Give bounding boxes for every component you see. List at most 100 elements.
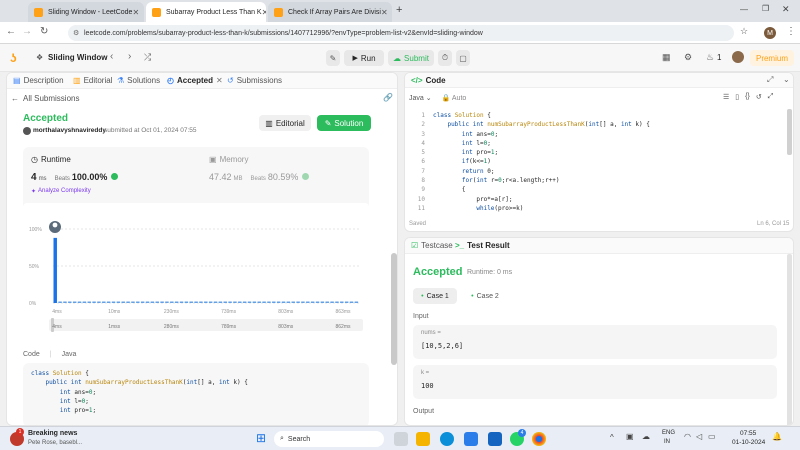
close-tab-icon[interactable]: ✕ <box>132 8 139 17</box>
minimize-icon[interactable]: — <box>740 5 748 14</box>
submit-button[interactable]: ☁ Submit <box>388 50 434 66</box>
edge-icon[interactable] <box>440 432 454 446</box>
browser-tab[interactable]: Sliding Window - LeetCode ✕ <box>28 2 144 22</box>
bookmark-star-icon[interactable]: ☆ <box>740 26 748 37</box>
close-window-icon[interactable]: ✕ <box>782 4 790 15</box>
chrome-icon[interactable] <box>532 432 546 446</box>
editor-code[interactable]: class Solution { public int numSubarrayP… <box>433 111 650 213</box>
leetcode-logo-icon[interactable]: ʖ <box>10 51 22 65</box>
profile-avatar[interactable]: M <box>764 27 776 39</box>
tab-description[interactable]: ▤ Description <box>13 76 64 85</box>
notification-bell-icon[interactable]: 🔔 <box>772 432 782 441</box>
timer-icon[interactable]: ⏱ <box>438 50 452 66</box>
line-number: 1 <box>421 112 425 119</box>
left-scrollbar[interactable] <box>391 253 397 365</box>
clock-time[interactable]: 07:55 <box>740 430 756 437</box>
battery-icon[interactable]: ▭ <box>708 432 716 441</box>
submitted-code-block[interactable]: class Solution { public int numSubarrayP… <box>23 363 369 425</box>
submitted-time: submitted at Oct 01, 2024 07:55 <box>104 127 197 134</box>
solution-button[interactable]: ✎ Solution <box>317 115 371 131</box>
editor-scrollbar[interactable] <box>787 109 792 155</box>
problem-list-title[interactable]: Sliding Window <box>48 53 107 62</box>
expand-icon[interactable]: ⤢ <box>767 75 773 85</box>
close-tab-icon[interactable]: ✕ <box>262 8 266 17</box>
premium-button[interactable]: Premium <box>750 50 794 66</box>
memory-label[interactable]: ▣ Memory <box>209 155 248 164</box>
url-field[interactable]: ⚙ leetcode.com/problems/subarray-product… <box>68 25 734 41</box>
tab-testcase[interactable]: ☑ Testcase <box>411 241 453 250</box>
volume-icon[interactable]: ◁ <box>696 432 702 441</box>
chart-bar <box>204 301 208 303</box>
format-icon[interactable]: ☰ <box>723 93 729 101</box>
tab-submissions[interactable]: ↺ Submissions <box>227 76 282 85</box>
editorial-button[interactable]: ▥ Editorial <box>259 115 311 131</box>
keyboard-language[interactable]: ENG <box>662 430 675 436</box>
collapse-chevron-icon[interactable]: ⌄ <box>783 75 790 84</box>
language-select[interactable]: Java ⌄ <box>409 94 432 102</box>
range-label: 4ms <box>52 324 62 330</box>
camera-icon[interactable]: ▣ <box>626 432 634 441</box>
new-tab-icon[interactable]: + <box>396 4 402 16</box>
settings-gear-icon[interactable]: ⚙ <box>684 52 692 63</box>
run-button[interactable]: ▶ Run <box>344 50 384 66</box>
tab-code[interactable]: </> Code <box>411 76 446 85</box>
browser-menu-icon[interactable]: ⋮ <box>786 26 796 37</box>
close-tab-icon[interactable]: ✕ <box>381 8 388 17</box>
username[interactable]: morthalavyshnavireddy <box>33 127 106 134</box>
reset-icon[interactable]: ↺ <box>756 93 762 101</box>
site-info-icon[interactable]: ⚙ <box>73 29 79 37</box>
news-badge: 1 <box>16 428 24 436</box>
all-submissions-link[interactable]: ← All Submissions <box>11 94 79 103</box>
analyze-complexity-link[interactable]: ✦ Analyze Complexity <box>31 188 91 195</box>
document-icon: ▤ <box>13 76 21 85</box>
case-1-button[interactable]: • Case 1 <box>413 288 457 304</box>
fullscreen-icon[interactable]: ⤢ <box>768 93 774 101</box>
file-explorer-icon[interactable] <box>416 432 430 446</box>
tab-solutions[interactable]: ⚗ Solutions <box>117 76 160 85</box>
onedrive-icon[interactable]: ☁ <box>642 432 650 441</box>
layout-icon[interactable]: ▦ <box>662 52 671 63</box>
clock-date[interactable]: 01-10-2024 <box>732 439 765 446</box>
user-avatar[interactable] <box>732 51 744 63</box>
shuffle-icon[interactable]: ⤮ <box>144 52 151 63</box>
auto-mode[interactable]: 🔒 Auto <box>442 94 467 102</box>
browser-tab-active[interactable]: Subarray Product Less Than K ✕ <box>146 2 266 22</box>
news-title[interactable]: Breaking news <box>28 430 77 437</box>
forward-icon[interactable]: → <box>22 26 32 37</box>
cursor-position: Ln 6, Col 15 <box>757 221 790 227</box>
chart-bar <box>320 301 325 303</box>
browser-tab[interactable]: Check If Array Pairs Are Divisi ✕ <box>268 2 392 22</box>
taskbar-search[interactable]: ⌕ Search <box>274 431 384 447</box>
streak-fire-icon[interactable]: ♨ <box>706 52 714 63</box>
task-view-icon[interactable] <box>394 432 408 446</box>
runtime-distribution-chart[interactable]: 100% 50% 0% 4ms 10ms 230ms 739ms 803ms 863ms 4ms 1… <box>23 203 369 333</box>
tray-chevron-icon[interactable]: ^ <box>610 433 614 442</box>
memory-stat[interactable]: 47.42 MB Beats 80.59% <box>209 172 310 182</box>
keyboard-region[interactable]: IN <box>664 439 670 445</box>
reload-icon[interactable]: ↻ <box>40 26 48 37</box>
windows-start-icon[interactable]: ⊞ <box>256 432 266 444</box>
back-icon[interactable]: ← <box>6 26 16 37</box>
k-input-box[interactable]: k = 100 <box>413 365 777 399</box>
share-link-icon[interactable]: 🔗 <box>383 93 393 102</box>
braces-icon[interactable]: {} <box>745 93 750 101</box>
tab-test-result[interactable]: >_ Test Result <box>455 241 510 250</box>
chart-bar <box>53 237 57 303</box>
prev-problem-icon[interactable]: ‹ <box>110 51 113 62</box>
next-problem-icon[interactable]: › <box>128 51 131 62</box>
maximize-icon[interactable]: ❐ <box>762 4 769 13</box>
result-scrollbar[interactable] <box>787 254 792 425</box>
notes-icon[interactable]: ▢ <box>456 50 470 66</box>
bookmark-icon[interactable]: ▯ <box>735 93 739 101</box>
close-tab-icon[interactable]: ✕ <box>216 76 223 85</box>
news-subtitle[interactable]: Pete Rose, basebl... <box>28 440 82 446</box>
store-icon[interactable] <box>464 432 478 446</box>
line-number: 11 <box>417 204 425 212</box>
case-2-button[interactable]: • Case 2 <box>463 288 507 304</box>
tab-editorial[interactable]: ▥ Editorial <box>73 76 112 85</box>
outlook-icon[interactable] <box>488 432 502 446</box>
debug-icon[interactable]: ✎ <box>326 50 340 66</box>
tab-accepted[interactable]: ◴ Accepted ✕ <box>167 76 223 85</box>
wifi-icon[interactable]: ◠ <box>684 432 691 441</box>
nums-input-box[interactable]: nums = [10,5,2,6] <box>413 325 777 359</box>
